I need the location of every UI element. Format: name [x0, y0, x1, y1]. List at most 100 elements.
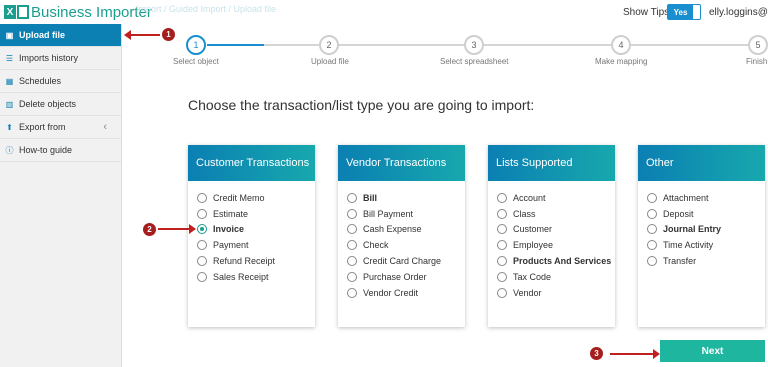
option-label: Vendor Credit	[363, 287, 419, 298]
option-transfer[interactable]: Transfer	[647, 253, 765, 269]
sidebar-item-label: Delete objects	[19, 99, 77, 109]
option-label: Bill Payment	[363, 208, 414, 219]
radio-button[interactable]	[497, 208, 507, 219]
option-vendor-credit[interactable]: Vendor Credit	[347, 285, 465, 301]
option-class[interactable]: Class	[497, 206, 615, 222]
option-account[interactable]: Account	[497, 190, 615, 206]
option-vendor[interactable]: Vendor	[497, 285, 615, 301]
step-5-label: Finish	[746, 57, 768, 66]
radio-button[interactable]	[347, 271, 357, 282]
show-tips-toggle[interactable]: Yes	[667, 4, 701, 20]
radio-button[interactable]	[197, 208, 207, 219]
option-estimate[interactable]: Estimate	[197, 206, 315, 222]
option-journal-entry[interactable]: Journal Entry	[647, 222, 765, 238]
radio-button[interactable]	[497, 224, 507, 235]
step-5-circle: 5	[748, 35, 768, 55]
annotation-arrow-2	[158, 224, 196, 234]
option-credit-card-charge[interactable]: Credit Card Charge	[347, 253, 465, 269]
option-label: Invoice	[213, 224, 245, 235]
option-tax-code[interactable]: Tax Code	[497, 269, 615, 285]
radio-button[interactable]	[347, 240, 357, 251]
sidebar-item-delete-objects[interactable]: ▥ Delete objects	[0, 93, 121, 116]
option-products-and-services[interactable]: Products And Services	[497, 253, 615, 269]
card-title: Other	[638, 145, 765, 181]
radio-button[interactable]	[497, 271, 507, 282]
sidebar-item-export-from[interactable]: ⬆ Export from ‹	[0, 116, 121, 139]
radio-button[interactable]	[197, 271, 207, 282]
option-label: Cash Expense	[363, 224, 422, 235]
option-label: Refund Receipt	[213, 256, 276, 267]
radio-button[interactable]	[497, 256, 507, 267]
radio-button[interactable]	[197, 240, 207, 251]
step-3-circle: 3	[464, 35, 484, 55]
card-title: Lists Supported	[488, 145, 615, 181]
radio-button-checked[interactable]	[197, 224, 207, 235]
option-label: Tax Code	[513, 271, 552, 282]
step-1-label: Select object	[173, 57, 219, 66]
sidebar-item-how-to-guide[interactable]: ⓘ How-to guide	[0, 139, 121, 162]
option-label: Credit Card Charge	[363, 256, 442, 267]
option-credit-memo[interactable]: Credit Memo	[197, 190, 315, 206]
chevron-left-icon[interactable]: ‹	[103, 121, 107, 133]
option-purchase-order[interactable]: Purchase Order	[347, 269, 465, 285]
sidebar: ▣ Upload file ☰ Imports history ▦ Schedu…	[0, 24, 122, 367]
radio-button[interactable]	[347, 224, 357, 235]
next-button[interactable]: Next	[660, 340, 765, 362]
option-sales-receipt[interactable]: Sales Receipt	[197, 269, 315, 285]
customer-transactions-card: Customer Transactions Credit Memo Estima…	[188, 145, 315, 327]
export-icon: ⬆	[6, 122, 13, 132]
annotation-arrow-3	[610, 349, 660, 359]
radio-button[interactable]	[497, 240, 507, 251]
option-cash-expense[interactable]: Cash Expense	[347, 222, 465, 238]
radio-button[interactable]	[347, 192, 357, 203]
option-deposit[interactable]: Deposit	[647, 206, 765, 222]
breadcrumb[interactable]: Import / Guided Import / Upload file	[136, 4, 276, 14]
option-employee[interactable]: Employee	[497, 237, 615, 253]
option-check[interactable]: Check	[347, 237, 465, 253]
step-2-label: Upload file	[311, 57, 349, 66]
option-bill[interactable]: Bill	[347, 190, 465, 206]
user-email[interactable]: elly.loggins@g	[709, 7, 768, 18]
other-card: Other Attachment Deposit Journal Entry T…	[638, 145, 765, 327]
option-attachment[interactable]: Attachment	[647, 190, 765, 206]
sidebar-item-label: How-to guide	[19, 145, 73, 155]
option-time-activity[interactable]: Time Activity	[647, 237, 765, 253]
radio-button[interactable]	[347, 208, 357, 219]
option-bill-payment[interactable]: Bill Payment	[347, 206, 465, 222]
info-icon: ⓘ	[5, 145, 14, 155]
app-logo[interactable]: X Business Importer	[0, 0, 152, 24]
option-invoice[interactable]: Invoice	[197, 222, 315, 238]
radio-button[interactable]	[197, 192, 207, 203]
radio-button[interactable]	[647, 224, 657, 235]
option-refund-receipt[interactable]: Refund Receipt	[197, 253, 315, 269]
radio-button[interactable]	[647, 240, 657, 251]
radio-button[interactable]	[197, 256, 207, 267]
sidebar-item-upload-file[interactable]: ▣ Upload file	[0, 24, 121, 47]
option-label: Class	[513, 208, 536, 219]
card-title: Customer Transactions	[188, 145, 315, 181]
annotation-badge-1: 1	[162, 28, 175, 41]
radio-button[interactable]	[647, 192, 657, 203]
step-1-circle: 1	[186, 35, 206, 55]
business-importer-app: X Business Importer Import / Guided Impo…	[0, 0, 768, 367]
top-bar: X Business Importer Import / Guided Impo…	[0, 0, 768, 24]
radio-button[interactable]	[347, 287, 357, 298]
sidebar-item-schedules[interactable]: ▦ Schedules	[0, 70, 121, 93]
radio-button[interactable]	[647, 208, 657, 219]
radio-button[interactable]	[347, 256, 357, 267]
page-title: Choose the transaction/list type you are…	[188, 97, 535, 113]
option-label: Customer	[513, 224, 553, 235]
sidebar-item-label: Imports history	[19, 53, 79, 63]
annotation-badge-3: 3	[590, 347, 603, 360]
radio-button[interactable]	[497, 287, 507, 298]
radio-button[interactable]	[497, 192, 507, 203]
option-label: Products And Services	[513, 256, 612, 267]
sidebar-item-imports-history[interactable]: ☰ Imports history	[0, 47, 121, 70]
option-payment[interactable]: Payment	[197, 237, 315, 253]
list-icon: ☰	[5, 53, 14, 63]
option-customer[interactable]: Customer	[497, 222, 615, 238]
sidebar-item-label: Export from	[19, 122, 66, 132]
radio-button[interactable]	[647, 256, 657, 267]
option-label: Vendor	[513, 287, 542, 298]
sidebar-item-label: Upload file	[19, 30, 66, 40]
